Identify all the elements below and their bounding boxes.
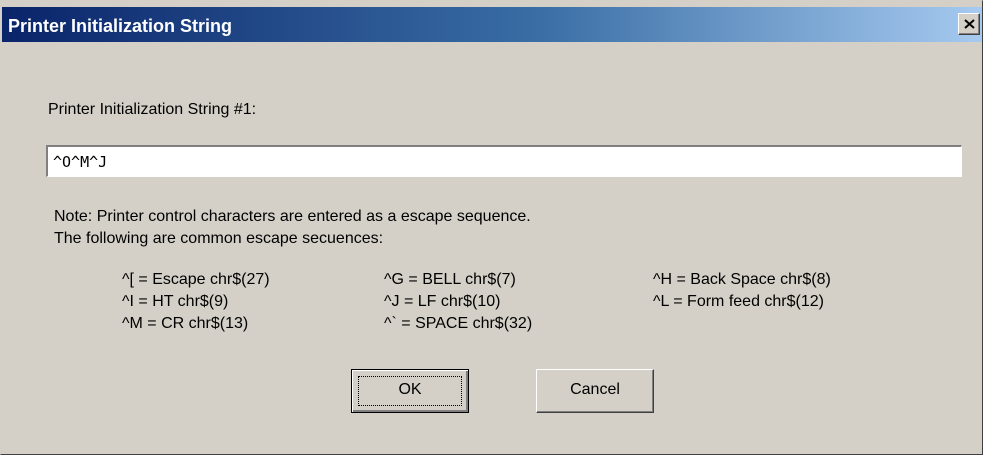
close-icon (964, 19, 975, 29)
sequence-item: ^[ = Escape chr$(27) (122, 271, 270, 288)
sequence-item: ^J = LF chr$(10) (384, 293, 501, 310)
title-bar[interactable]: Printer Initialization String (2, 7, 982, 42)
dialog-title: Printer Initialization String (8, 16, 233, 36)
ok-button[interactable]: OK (351, 369, 469, 413)
sequence-item: ^L = Form feed chr$(12) (653, 293, 824, 310)
close-button[interactable] (958, 13, 980, 35)
sequence-item: ^H = Back Space chr$(8) (653, 271, 831, 288)
note-line-1: Note: Printer control characters are ent… (54, 208, 531, 225)
printer-init-dialog: Printer Initialization String Printer In… (0, 0, 983, 455)
sequence-item: ^M = CR chr$(13) (122, 315, 249, 332)
ok-button-label: OK (398, 381, 422, 398)
cancel-button[interactable]: Cancel (536, 369, 654, 413)
cancel-button-label: Cancel (570, 381, 620, 398)
init-string-label: Printer Initialization String #1: (48, 101, 257, 118)
init-string-input[interactable] (46, 145, 962, 177)
sequence-item: ^G = BELL chr$(7) (384, 271, 516, 288)
sequence-item: ^` = SPACE chr$(32) (384, 315, 533, 332)
note-text: Note: Printer control characters are ent… (54, 206, 531, 250)
note-line-2: The following are common escape secuence… (54, 230, 384, 247)
escape-sequence-list: ^[ = Escape chr$(27) ^G = BELL chr$(7) ^… (122, 271, 913, 337)
sequence-item: ^I = HT chr$(9) (122, 293, 229, 310)
